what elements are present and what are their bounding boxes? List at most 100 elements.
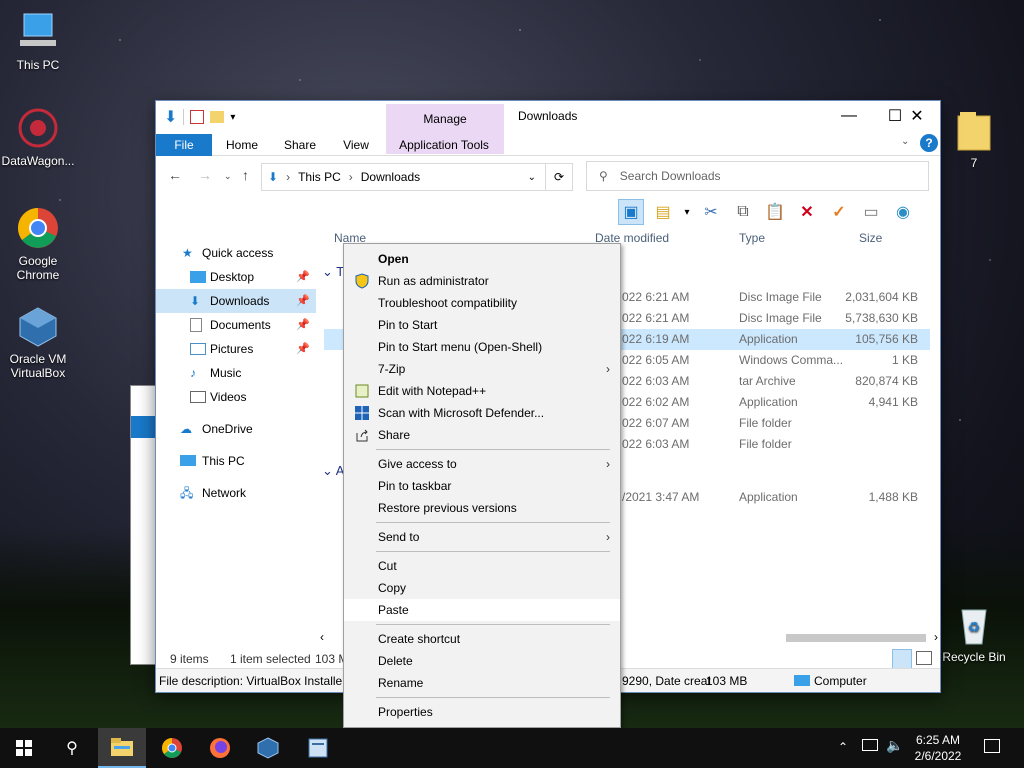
menu-item-run-as-admin[interactable]: Run as administrator	[344, 270, 620, 292]
context-menu[interactable]: Open Run as administrator Troubleshoot c…	[343, 243, 621, 728]
nav-item-downloads[interactable]: ⬇ Downloads 📌	[156, 289, 316, 313]
customize-qat-icon[interactable]: ▾	[230, 112, 235, 123]
search-button[interactable]: ⚲	[48, 728, 96, 768]
nav-item-pictures[interactable]: Pictures 📌	[156, 337, 316, 361]
window-title: Downloads	[518, 109, 578, 123]
menu-item-pin-taskbar[interactable]: Pin to taskbar	[344, 475, 620, 497]
taskbar-firefox[interactable]	[196, 728, 244, 768]
scroll-right-icon[interactable]: ›	[934, 630, 938, 644]
menu-item-notepadpp[interactable]: Edit with Notepad++	[344, 380, 620, 402]
breadcrumb-sep-icon[interactable]: ›	[286, 170, 290, 184]
forward-arrow-icon[interactable]: →	[198, 167, 212, 183]
nav-this-pc[interactable]: This PC	[156, 449, 316, 473]
properties-icon[interactable]	[190, 110, 205, 124]
nav-onedrive[interactable]: ☁ OneDrive	[156, 417, 316, 441]
pin-icon[interactable]: 📌	[296, 313, 310, 337]
menu-item-cut[interactable]: Cut	[344, 555, 620, 577]
menu-item-give-access[interactable]: Give access to ›	[344, 453, 620, 475]
nav-item-music[interactable]: ♪ Music	[156, 361, 316, 385]
menu-item-open[interactable]: Open	[344, 248, 620, 270]
group-header-earlier[interactable]: ⌄ A	[322, 463, 344, 479]
taskbar-app[interactable]	[294, 728, 342, 768]
network-icon[interactable]	[862, 739, 878, 751]
taskbar-virtualbox[interactable]	[244, 728, 292, 768]
menu-item-create-shortcut[interactable]: Create shortcut	[344, 628, 620, 650]
show-hidden-icons[interactable]: ⌃	[838, 740, 848, 754]
back-arrow-icon[interactable]: ←	[168, 167, 182, 183]
minimize-button[interactable]: —	[826, 101, 872, 131]
tab-home[interactable]: Home	[218, 134, 266, 156]
scroll-thumb[interactable]	[786, 634, 926, 642]
up-arrow-icon[interactable]: ↑	[242, 167, 249, 183]
tab-view[interactable]: View	[332, 134, 380, 156]
search-input[interactable]: ⚲ Search Downloads	[586, 161, 929, 191]
breadcrumb-this-pc[interactable]: This PC	[298, 170, 341, 184]
new-folder-icon[interactable]	[210, 111, 225, 123]
nav-item-documents[interactable]: Documents 📌	[156, 313, 316, 337]
menu-item-properties[interactable]: Properties	[344, 701, 620, 723]
desktop-icon-folder-7[interactable]: 7	[936, 108, 1012, 170]
recent-locations-icon[interactable]: ⌄	[224, 171, 232, 182]
properties-check-icon[interactable]: ✓	[826, 199, 852, 225]
column-size[interactable]: Size	[859, 231, 882, 251]
large-icons-view-icon[interactable]	[916, 651, 932, 665]
desktop-icon-datawagon[interactable]: DataWagon...	[0, 106, 76, 168]
paste-icon[interactable]: 📋	[762, 199, 788, 225]
close-button[interactable]: ✕	[894, 101, 940, 131]
menu-item-send-to[interactable]: Send to ›	[344, 526, 620, 548]
pin-icon[interactable]: 📌	[296, 337, 310, 361]
menu-item-troubleshoot[interactable]: Troubleshoot compatibility	[344, 292, 620, 314]
new-folder-icon[interactable]: ▤	[650, 199, 676, 225]
notification-icon[interactable]	[984, 739, 1000, 753]
breadcrumb-sep-icon[interactable]: ›	[349, 170, 353, 184]
address-bar[interactable]: ⬇ › This PC › Downloads ⌄	[261, 163, 573, 191]
taskbar-chrome[interactable]	[148, 728, 196, 768]
clock[interactable]: 6:25 AM 2/6/2022	[906, 732, 970, 764]
delete-icon[interactable]: ✕	[794, 199, 820, 225]
rename-icon[interactable]: ▭	[858, 199, 884, 225]
tab-file[interactable]: File	[156, 134, 212, 156]
menu-item-delete[interactable]: Delete	[344, 650, 620, 672]
address-dropdown-icon[interactable]: ⌄	[528, 172, 536, 183]
volume-icon[interactable]: 🔈	[886, 737, 903, 754]
nav-item-videos[interactable]: Videos	[156, 385, 316, 409]
desktop-icon-chrome[interactable]: Google Chrome	[0, 206, 76, 282]
menu-item-rename[interactable]: Rename	[344, 672, 620, 694]
taskbar-file-explorer[interactable]	[98, 728, 146, 768]
expand-ribbon-icon[interactable]: ⌄	[901, 136, 909, 147]
cut-icon[interactable]: ✂	[698, 199, 724, 225]
chrome-icon	[162, 738, 182, 758]
preview-pane-icon[interactable]: ▣	[618, 199, 644, 225]
menu-item-defender[interactable]: Scan with Microsoft Defender...	[344, 402, 620, 424]
menu-item-paste[interactable]: Paste	[344, 599, 620, 621]
pin-icon[interactable]: 📌	[296, 289, 310, 313]
menu-item-pin-open-shell[interactable]: Pin to Start menu (Open-Shell)	[344, 336, 620, 358]
tab-application-tools[interactable]: Application Tools	[388, 134, 500, 156]
pin-icon[interactable]: 📌	[296, 265, 310, 289]
dropdown-icon[interactable]: ▾	[682, 199, 692, 225]
copy-icon[interactable]: ⧉	[730, 199, 756, 225]
menu-item-pin-to-start[interactable]: Pin to Start	[344, 314, 620, 336]
help-icon[interactable]: ?	[920, 134, 938, 152]
nav-network[interactable]: 🖧 Network	[156, 481, 316, 505]
shell-settings-icon[interactable]: ◉	[890, 199, 916, 225]
column-type[interactable]: Type	[739, 231, 765, 251]
nav-quick-access[interactable]: ★ Quick access	[156, 241, 316, 265]
start-button[interactable]	[0, 728, 48, 768]
desktop-icon-recycle-bin[interactable]: ♻ Recycle Bin	[936, 602, 1012, 664]
breadcrumb-downloads[interactable]: Downloads	[361, 170, 420, 184]
scroll-left-icon[interactable]: ‹	[320, 630, 324, 644]
menu-item-copy[interactable]: Copy	[344, 577, 620, 599]
tab-share[interactable]: Share	[276, 134, 324, 156]
group-header-today[interactable]: ⌄ T	[322, 264, 344, 280]
menu-item-share[interactable]: Share	[344, 424, 620, 446]
details-view-icon[interactable]	[892, 649, 912, 669]
desktop-icon-this-pc[interactable]: This PC	[0, 10, 76, 72]
title-bar[interactable]: ⬇ ▾ Downloads — ☐ ✕	[156, 101, 940, 132]
menu-item-7zip[interactable]: 7-Zip ›	[344, 358, 620, 380]
refresh-button[interactable]: ⟳	[545, 163, 573, 191]
desktop-icon-virtualbox[interactable]: Oracle VM VirtualBox	[0, 304, 76, 380]
menu-item-restore-versions[interactable]: Restore previous versions	[344, 497, 620, 519]
nav-item-desktop[interactable]: Desktop 📌	[156, 265, 316, 289]
desktop-icon-label: This PC	[16, 58, 60, 72]
